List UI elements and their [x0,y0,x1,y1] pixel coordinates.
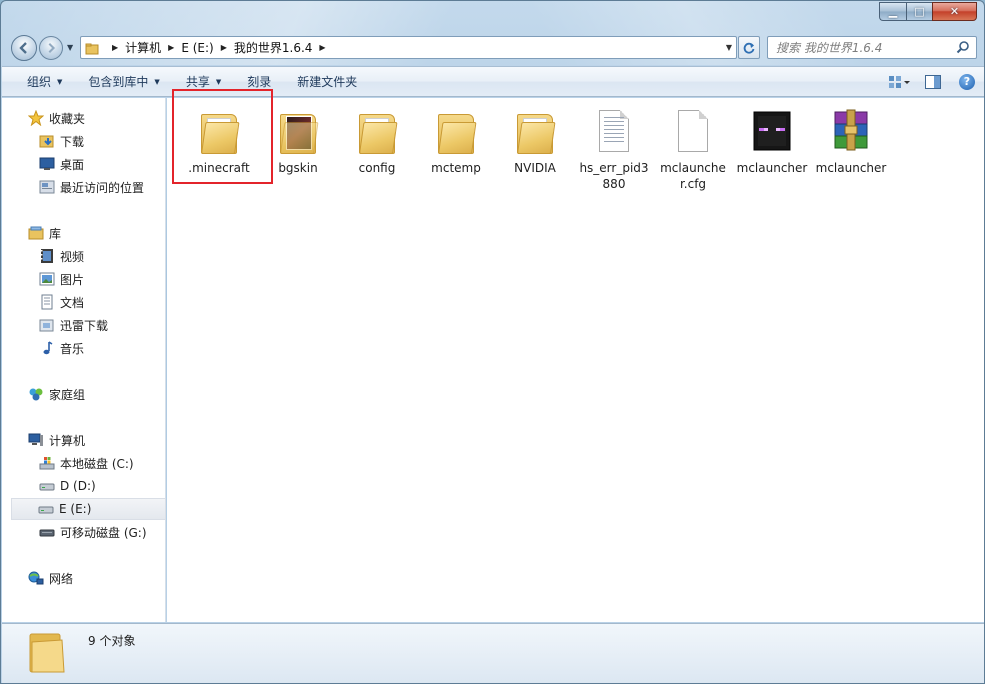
address-bar[interactable]: ▶ 计算机 ▶ E (E:) ▶ 我的世界1.6.4 ▶ ▼ [80,36,737,59]
text-document-icon [590,108,638,156]
search-input[interactable]: 搜索 我的世界1.6.4 [767,36,977,59]
search-placeholder: 搜索 我的世界1.6.4 [776,41,883,55]
windows-drive-icon [39,455,55,471]
sidebar-item-network[interactable]: 网络 [28,567,73,589]
sidebar-item-drive-g[interactable]: 可移动磁盘 (G:) [39,521,147,543]
details-status-bar: 9 个对象 [2,623,984,683]
homegroup-icon [28,386,44,402]
music-note-icon [39,340,55,356]
file-item-config-folder[interactable]: config [341,108,413,176]
sidebar-item-drive-e[interactable]: E (E:) [11,498,166,520]
file-item-mclauncher-archive[interactable]: mclauncher [815,108,887,176]
back-arrow-icon [19,42,27,54]
maximize-button[interactable]: □ [906,2,932,21]
folder-icon [85,42,99,54]
new-folder-button[interactable]: 新建文件夹 [284,67,370,96]
minimize-button[interactable]: ▁ [879,2,906,21]
sidebar-item-pictures[interactable]: 图片 [39,268,84,290]
chevron-down-icon: ▼ [215,77,222,86]
forward-arrow-icon [48,42,56,54]
sidebar-item-drive-c[interactable]: 本地磁盘 (C:) [39,452,134,474]
recent-places-icon [39,179,55,195]
breadcrumb-separator[interactable]: ▶ [168,43,174,52]
blank-document-icon [669,108,717,156]
sidebar-item-downloads[interactable]: 下载 [39,130,84,152]
preview-pane-button[interactable] [916,67,950,96]
forward-button[interactable] [39,36,63,60]
library-folder-icon [39,317,55,333]
file-item-mctemp-folder[interactable]: mctemp [420,108,492,176]
file-view: .minecraft bgskin config mctemp NVIDIA h… [167,89,984,622]
help-button[interactable]: ? [950,67,984,96]
item-count-text: 9 个对象 [88,634,136,648]
removable-drive-icon [39,524,55,540]
command-bar-right: ? [882,67,984,96]
back-button[interactable] [11,35,37,61]
network-icon [28,570,44,586]
recent-pages-dropdown[interactable]: ▼ [67,43,73,52]
refresh-icon [743,42,755,54]
winrar-archive-icon [827,108,875,156]
enderman-app-icon [748,108,796,156]
hard-drive-icon [39,478,55,494]
library-icon [28,225,44,241]
breadcrumb-current-folder[interactable]: 我的世界1.6.4 [234,39,313,56]
organize-menu[interactable]: 组织 ▼ [2,67,75,96]
sidebar-item-xunlei-downloads[interactable]: 迅雷下载 [39,314,108,336]
preview-pane-icon [925,74,941,89]
sidebar-item-recent-places[interactable]: 最近访问的位置 [39,176,144,198]
folder-icon [511,108,559,156]
sidebar-item-homegroup[interactable]: 家庭组 [28,383,85,405]
explorer-window: ▁ □ ✕ ▼ ▶ 计算机 ▶ E (E:) ▶ 我的世界1.6.4 ▶ ▼ 搜… [0,0,985,684]
navigation-pane: 收藏夹 下载 桌面 最近访问的位置 库 视频 图片 文档 迅雷下载 音乐 家庭组… [2,98,166,622]
folder-icon [26,628,70,676]
sidebar-item-videos[interactable]: 视频 [39,245,84,267]
photo-folder-icon [274,108,322,156]
sidebar-item-computer[interactable]: 计算机 [28,429,85,451]
refresh-button[interactable] [738,36,760,59]
breadcrumb-separator[interactable]: ▶ [112,43,118,52]
include-in-library-menu[interactable]: 包含到库中 ▼ [75,67,172,96]
sidebar-item-libraries[interactable]: 库 [28,222,61,244]
star-icon [27,109,45,127]
breadcrumb-separator[interactable]: ▶ [319,43,325,52]
sidebar-item-documents[interactable]: 文档 [39,291,84,313]
breadcrumb-separator[interactable]: ▶ [221,43,227,52]
sidebar-item-favorites[interactable]: 收藏夹 [27,107,85,129]
folder-icon [432,108,480,156]
computer-icon [28,432,44,448]
navigation-row: ▼ ▶ 计算机 ▶ E (E:) ▶ 我的世界1.6.4 ▶ ▼ 搜索 我的世界… [1,31,984,63]
caption-buttons: ▁ □ ✕ [879,2,977,21]
command-bar: 组织 ▼ 包含到库中 ▼ 共享 ▼ 刻录 新建文件夹 ? [2,66,984,97]
desktop-icon [39,156,55,172]
hard-drive-icon [38,501,54,517]
download-folder-icon [39,133,55,149]
file-item-minecraft-folder[interactable]: .minecraft [183,108,255,176]
folder-icon [195,108,243,156]
sidebar-item-desktop[interactable]: 桌面 [39,153,84,175]
breadcrumb-computer[interactable]: 计算机 [125,39,161,56]
search-icon[interactable] [956,40,970,54]
close-button[interactable]: ✕ [932,2,977,21]
chevron-down-icon: ▼ [154,77,160,86]
video-icon [39,248,55,264]
help-icon: ? [959,73,975,90]
breadcrumb-drive-e[interactable]: E (E:) [181,41,213,55]
address-history-dropdown[interactable]: ▼ [726,43,732,52]
change-view-button[interactable] [882,67,916,96]
documents-icon [39,294,55,310]
file-item-mclauncher-cfg[interactable]: mclauncher.cfg [657,108,729,192]
file-item-nvidia-folder[interactable]: NVIDIA [499,108,571,176]
folder-icon [353,108,401,156]
file-item-mclauncher-exe[interactable]: mclauncher [736,108,808,176]
pictures-icon [39,271,55,287]
sidebar-item-music[interactable]: 音乐 [39,337,84,359]
sidebar-item-drive-d[interactable]: D (D:) [39,475,96,497]
file-item-hs-err-log[interactable]: hs_err_pid3880 [578,108,650,192]
chevron-down-icon: ▼ [57,77,63,86]
file-item-bgskin-folder[interactable]: bgskin [262,108,334,176]
view-options-icon [889,75,910,88]
